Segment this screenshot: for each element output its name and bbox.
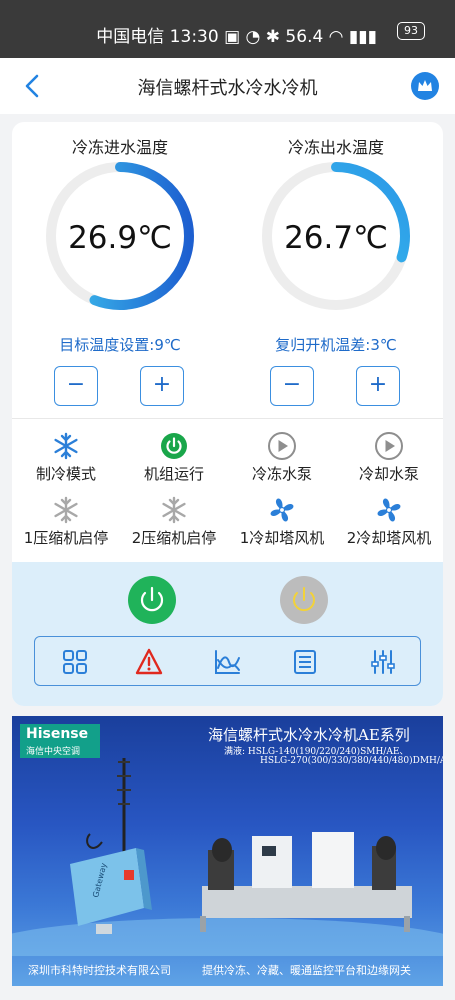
chart-icon[interactable] bbox=[213, 648, 241, 676]
gauge-value: 26.9℃ bbox=[68, 220, 172, 256]
status-chilled-pump: 冷冻水泵 bbox=[228, 432, 336, 484]
status-bar: 中国电信 13:30 ▣ ◔ ✱ 56.4 ◠ ▮▮▮ 93 bbox=[0, 0, 455, 58]
power-off-button[interactable] bbox=[280, 576, 328, 624]
restart-diff-minus-button[interactable]: − bbox=[270, 366, 314, 406]
status-cooling-mode: 制冷模式 bbox=[12, 432, 120, 484]
snowflake-icon bbox=[54, 432, 78, 460]
title-bar: 海信螺杆式水冷水冷机 bbox=[0, 58, 455, 114]
status-cooling-pump: 冷却水泵 bbox=[335, 432, 443, 484]
divider bbox=[12, 418, 443, 419]
target-temp-setting: 目标温度设置:9℃ bbox=[59, 336, 181, 354]
product-banner[interactable]: Hisense 海信中央空调 海信螺杆式水冷水冷机AE系列 满液: HSLG-1… bbox=[12, 716, 443, 986]
toolbar bbox=[34, 636, 421, 686]
grid-icon[interactable] bbox=[61, 648, 89, 676]
status-compressor-1: 1压缩机启停 bbox=[12, 496, 120, 548]
status-label: 2冷却塔风机 bbox=[346, 529, 432, 547]
fan-icon bbox=[270, 498, 294, 522]
banner-title: 海信螺杆式水冷水冷机AE系列 bbox=[208, 726, 410, 744]
settings-sliders-icon[interactable] bbox=[369, 648, 397, 676]
status-label: 1冷却塔风机 bbox=[239, 529, 325, 547]
power-icon bbox=[161, 433, 187, 459]
battery-indicator: 93 bbox=[397, 22, 425, 40]
control-panel bbox=[12, 562, 443, 706]
fan-icon bbox=[377, 498, 401, 522]
crown-icon[interactable] bbox=[411, 72, 439, 100]
play-icon bbox=[375, 432, 403, 460]
status-unit-running: 机组运行 bbox=[120, 432, 228, 484]
status-bar-text: 中国电信 13:30 ▣ ◔ ✱ 56.4 ◠ ▮▮▮ bbox=[96, 27, 377, 47]
chiller-unit-image bbox=[200, 832, 412, 932]
list-icon[interactable] bbox=[291, 648, 319, 676]
play-icon bbox=[268, 432, 296, 460]
banner-illustration: Gateway bbox=[12, 758, 443, 956]
power-icon bbox=[140, 586, 164, 612]
banner-service: 提供冷冻、冷藏、暖通监控平台和边缘网关 bbox=[202, 964, 411, 977]
gauge-label: 冷冻进水温度 bbox=[71, 138, 168, 157]
status-label: 冷却水泵 bbox=[358, 465, 419, 483]
power-on-button[interactable] bbox=[128, 576, 176, 624]
warning-icon[interactable] bbox=[135, 648, 163, 676]
gauge-value: 26.7℃ bbox=[284, 220, 388, 256]
page-title: 海信螺杆式水冷水冷机 bbox=[137, 78, 318, 99]
brand-name: Hisense bbox=[26, 726, 89, 742]
gauge-label: 冷冻出水温度 bbox=[287, 138, 384, 157]
snowflake-icon bbox=[162, 496, 186, 524]
status-compressor-2: 2压缩机启停 bbox=[120, 496, 228, 548]
target-temp-minus-button[interactable]: − bbox=[54, 366, 98, 406]
status-label: 制冷模式 bbox=[35, 465, 96, 483]
status-tower-fan-1: 1冷却塔风机 bbox=[228, 496, 336, 548]
snowflake-icon bbox=[54, 496, 78, 524]
main-card: 冷冻进水温度 26.9℃ 目标温度设置:9℃ − + 冷冻出水温度 26.7℃ … bbox=[12, 122, 443, 706]
status-label: 2压缩机启停 bbox=[131, 529, 217, 547]
status-label: 冷冻水泵 bbox=[251, 465, 312, 483]
restart-diff-plus-button[interactable]: + bbox=[356, 366, 400, 406]
status-label: 1压缩机启停 bbox=[23, 529, 109, 547]
status-label: 机组运行 bbox=[143, 465, 204, 483]
power-icon bbox=[293, 587, 315, 612]
banner-company: 深圳市科特时控技术有限公司 bbox=[28, 964, 171, 977]
target-temp-plus-button[interactable]: + bbox=[140, 366, 184, 406]
status-tower-fan-2: 2冷却塔风机 bbox=[335, 496, 443, 548]
restart-diff-setting: 复归开机温差:3℃ bbox=[275, 336, 397, 354]
